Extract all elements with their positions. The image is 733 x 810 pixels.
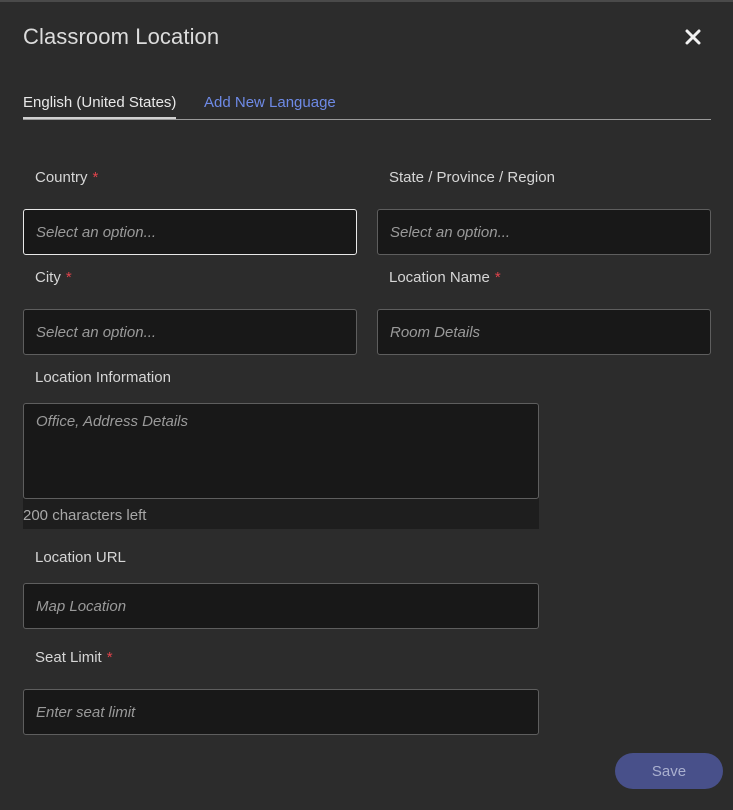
- location-url-label-text: Location URL: [35, 549, 126, 566]
- location-name-placeholder: Room Details: [390, 323, 481, 341]
- save-button[interactable]: Save: [615, 753, 723, 789]
- location-name-input[interactable]: Room Details: [377, 309, 711, 355]
- state-label-text: State / Province / Region: [389, 169, 555, 186]
- country-select[interactable]: Select an option...: [23, 209, 357, 255]
- location-name-label: Location Name *: [389, 269, 501, 286]
- location-info-textarea[interactable]: Office, Address Details: [23, 403, 539, 499]
- state-placeholder: Select an option...: [390, 223, 511, 241]
- required-mark: *: [494, 269, 501, 286]
- dialog-title: Classroom Location: [23, 24, 220, 49]
- location-url-label: Location URL: [35, 549, 126, 566]
- city-label-text: City: [35, 269, 61, 286]
- city-label: City *: [35, 269, 72, 286]
- seat-limit-input[interactable]: Enter seat limit: [23, 689, 539, 735]
- language-tabs: English (United States) Add New Language: [23, 92, 711, 120]
- top-border: [0, 0, 733, 2]
- close-button[interactable]: [682, 26, 704, 48]
- location-url-placeholder: Map Location: [36, 597, 127, 615]
- required-mark: *: [92, 169, 99, 186]
- location-url-input[interactable]: Map Location: [23, 583, 539, 629]
- seat-limit-label: Seat Limit *: [35, 649, 113, 666]
- characters-left-counter: 200 characters left: [23, 498, 539, 529]
- country-label: Country *: [35, 169, 98, 186]
- location-info-label: Location Information: [35, 369, 171, 386]
- country-label-text: Country: [35, 169, 88, 186]
- state-select[interactable]: Select an option...: [377, 209, 711, 255]
- location-info-label-text: Location Information: [35, 369, 171, 386]
- city-select[interactable]: Select an option...: [23, 309, 357, 355]
- required-mark: *: [106, 649, 113, 666]
- location-name-label-text: Location Name: [389, 269, 490, 286]
- seat-limit-label-text: Seat Limit: [35, 649, 102, 666]
- city-placeholder: Select an option...: [36, 323, 157, 341]
- add-new-language-link[interactable]: Add New Language: [204, 92, 336, 114]
- close-icon: [685, 29, 701, 45]
- country-placeholder: Select an option...: [36, 223, 157, 241]
- seat-limit-placeholder: Enter seat limit: [36, 703, 136, 721]
- state-label: State / Province / Region: [389, 169, 555, 186]
- tab-english-united-states[interactable]: English (United States): [23, 92, 177, 119]
- location-info-placeholder: Office, Address Details: [36, 413, 188, 430]
- required-mark: *: [65, 269, 72, 286]
